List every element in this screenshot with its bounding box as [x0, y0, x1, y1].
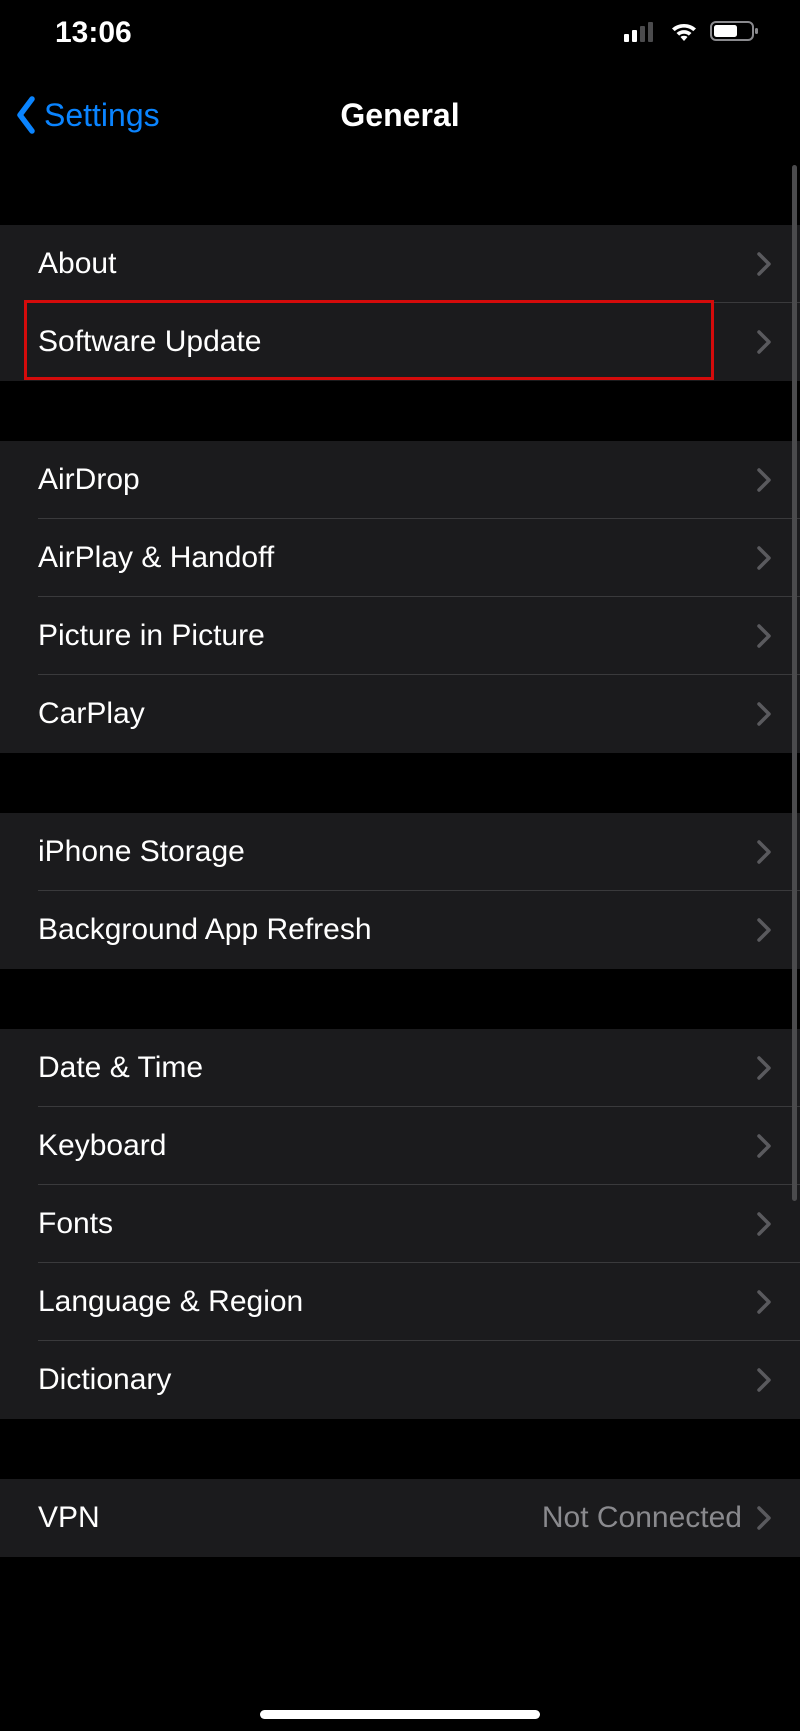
chevron-right-icon [756, 839, 772, 865]
chevron-right-icon [756, 1055, 772, 1081]
chevron-right-icon [756, 1133, 772, 1159]
back-button[interactable]: Settings [14, 95, 160, 135]
settings-group: VPN Not Connected [0, 1479, 800, 1557]
row-dictionary[interactable]: Dictionary [0, 1341, 800, 1419]
row-label: Keyboard [38, 1129, 166, 1163]
status-time: 13:06 [55, 16, 132, 50]
chevron-right-icon [756, 545, 772, 571]
row-label: About [38, 247, 116, 281]
settings-group: AirDrop AirPlay & Handoff Picture in Pic… [0, 441, 800, 753]
chevron-right-icon [756, 701, 772, 727]
chevron-right-icon [756, 251, 772, 277]
home-indicator[interactable] [260, 1710, 540, 1719]
row-keyboard[interactable]: Keyboard [0, 1107, 800, 1185]
row-label: AirDrop [38, 463, 140, 497]
chevron-right-icon [756, 1211, 772, 1237]
settings-groups: About Software Update AirDrop AirPlay [0, 165, 800, 1731]
status-bar: 13:06 [0, 0, 800, 65]
row-label: Language & Region [38, 1285, 303, 1319]
chevron-right-icon [756, 329, 772, 355]
cellular-icon [624, 16, 658, 50]
row-software-update[interactable]: Software Update [0, 303, 800, 381]
row-label: Date & Time [38, 1051, 203, 1085]
row-airplay-handoff[interactable]: AirPlay & Handoff [0, 519, 800, 597]
scrollbar[interactable] [792, 165, 797, 1201]
row-label: Fonts [38, 1207, 113, 1241]
row-value: Not Connected [542, 1501, 756, 1535]
row-label: Dictionary [38, 1363, 171, 1397]
settings-group: Date & Time Keyboard Fonts Language & Re… [0, 1029, 800, 1419]
row-picture-in-picture[interactable]: Picture in Picture [0, 597, 800, 675]
row-about[interactable]: About [0, 225, 800, 303]
row-background-app-refresh[interactable]: Background App Refresh [0, 891, 800, 969]
row-airdrop[interactable]: AirDrop [0, 441, 800, 519]
back-label: Settings [44, 97, 160, 134]
row-label: CarPlay [38, 697, 145, 731]
row-iphone-storage[interactable]: iPhone Storage [0, 813, 800, 891]
chevron-right-icon [756, 1289, 772, 1315]
page-title: General [340, 97, 459, 134]
chevron-right-icon [756, 467, 772, 493]
chevron-left-icon [14, 95, 38, 135]
battery-icon [710, 16, 760, 50]
wifi-icon [668, 16, 700, 50]
row-label: Picture in Picture [38, 619, 265, 653]
settings-group: iPhone Storage Background App Refresh [0, 813, 800, 969]
row-label: iPhone Storage [38, 835, 245, 869]
row-vpn[interactable]: VPN Not Connected [0, 1479, 800, 1557]
chevron-right-icon [756, 1505, 772, 1531]
row-date-time[interactable]: Date & Time [0, 1029, 800, 1107]
row-label: Software Update [38, 325, 261, 359]
row-label: VPN [38, 1501, 100, 1535]
settings-group: About Software Update [0, 225, 800, 381]
chevron-right-icon [756, 623, 772, 649]
row-label: AirPlay & Handoff [38, 541, 274, 575]
row-carplay[interactable]: CarPlay [0, 675, 800, 753]
row-fonts[interactable]: Fonts [0, 1185, 800, 1263]
status-icons [624, 16, 760, 50]
row-language-region[interactable]: Language & Region [0, 1263, 800, 1341]
chevron-right-icon [756, 1367, 772, 1393]
navigation-bar: Settings General [0, 65, 800, 165]
chevron-right-icon [756, 917, 772, 943]
row-label: Background App Refresh [38, 913, 372, 947]
